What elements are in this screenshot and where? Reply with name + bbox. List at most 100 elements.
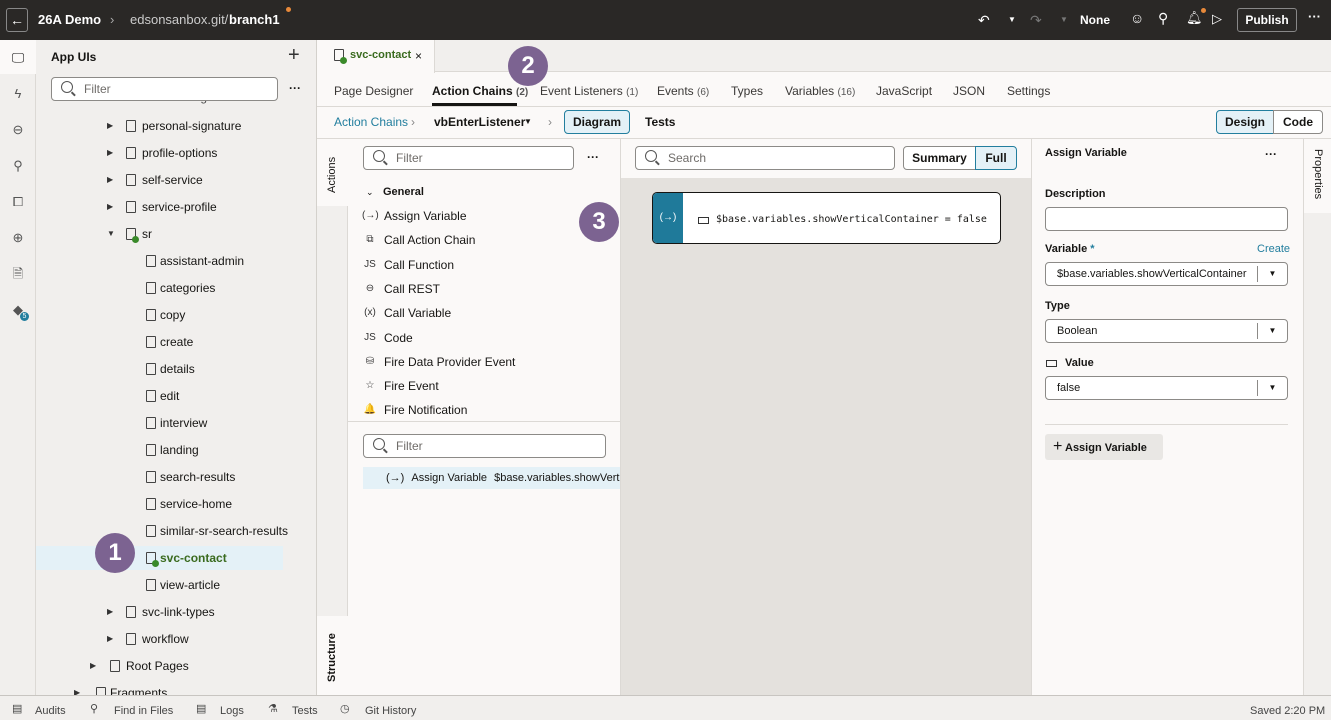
project-name[interactable]: 26A Demo xyxy=(38,12,101,27)
navigator-filter-input[interactable]: Filter xyxy=(51,77,278,101)
actions-vtab[interactable]: Actions xyxy=(317,139,348,206)
back-button[interactable]: ← xyxy=(6,8,28,32)
action-item[interactable]: Call REST xyxy=(384,282,440,296)
caret-down-icon[interactable]: ▼ xyxy=(107,222,115,246)
tab-types[interactable]: Types xyxy=(731,84,763,98)
undo-menu-icon[interactable]: ▼ xyxy=(1008,15,1016,24)
add-assign-variable-button[interactable]: + Assign Variable xyxy=(1045,434,1163,460)
tree-item[interactable]: landing xyxy=(36,438,283,462)
chain-dropdown-icon[interactable]: ▼ xyxy=(524,117,532,126)
app-uis-monitor-icon[interactable]: 🖵︎ xyxy=(10,50,26,66)
actions-group-general[interactable]: General xyxy=(383,186,424,198)
action-item[interactable]: Assign Variable xyxy=(384,209,467,223)
tab-variables[interactable]: Variables (16) xyxy=(785,84,855,98)
tree-item[interactable]: ▶service-profile xyxy=(36,195,283,219)
type-select[interactable]: Boolean▼ xyxy=(1045,319,1288,343)
action-item[interactable]: Fire Event xyxy=(384,379,439,393)
add-icon[interactable]: + xyxy=(288,44,300,67)
actions-more-icon[interactable]: ··· xyxy=(587,150,599,164)
audits-button[interactable]: Audits xyxy=(35,705,66,717)
tab-action-chains[interactable]: Action Chains (2) xyxy=(432,84,528,98)
find-in-files-button[interactable]: Find in Files xyxy=(114,705,173,717)
undo-icon[interactable]: ↶ xyxy=(978,12,990,29)
properties-vtab[interactable]: Properties xyxy=(1304,139,1331,213)
tree-item[interactable]: view-article xyxy=(36,573,283,597)
backends-plug-icon[interactable]: ⚲ xyxy=(10,158,26,174)
structure-filter-input[interactable]: Filter xyxy=(363,434,606,458)
git-history-button[interactable]: Git History xyxy=(365,705,416,717)
tab-page-designer[interactable]: Page Designer xyxy=(334,84,413,98)
services-icon[interactable]: ⊖ xyxy=(10,122,26,138)
action-item[interactable]: Fire Notification xyxy=(384,403,467,417)
action-item[interactable]: Call Variable xyxy=(384,306,451,320)
canvas-search-input[interactable]: Search xyxy=(635,146,895,170)
navigator-more-icon[interactable]: ··· xyxy=(289,81,301,95)
branch-name[interactable]: branch1 xyxy=(229,12,280,27)
tab-javascript[interactable]: JavaScript xyxy=(876,84,932,98)
structure-item-assign-variable[interactable]: (→) Assign Variable $base.variables.show… xyxy=(363,467,620,489)
properties-more-icon[interactable]: ··· xyxy=(1265,147,1277,161)
tree-item[interactable]: ▶Root Pages xyxy=(36,654,283,678)
caret-right-icon[interactable]: ▶ xyxy=(90,654,96,678)
tests-tab[interactable]: Tests xyxy=(645,115,675,129)
tree-item[interactable]: service-home xyxy=(36,492,283,516)
tree-item[interactable]: edit xyxy=(36,384,283,408)
assign-variable-node[interactable]: (→) $base.variables.showVerticalContaine… xyxy=(652,192,1001,244)
value-select[interactable]: false▼ xyxy=(1045,376,1288,400)
publish-button[interactable]: Publish xyxy=(1237,8,1297,32)
tree-item[interactable]: assistant-admin xyxy=(36,249,283,273)
tree-item[interactable]: categories xyxy=(36,276,283,300)
web-apps-globe-icon[interactable]: ⊕ xyxy=(10,230,26,246)
source-file-icon[interactable]: 🗎︎ xyxy=(10,266,26,282)
tree-item[interactable]: ▶Fragments xyxy=(36,681,283,695)
tree-item[interactable]: ▼sr xyxy=(36,222,283,246)
summary-toggle[interactable]: Summary xyxy=(903,146,976,170)
more-menu-icon[interactable]: ··· xyxy=(1308,9,1321,24)
tab-settings[interactable]: Settings xyxy=(1007,84,1050,98)
caret-right-icon[interactable]: ▶ xyxy=(107,168,113,192)
caret-right-icon[interactable]: ▶ xyxy=(107,195,113,219)
tree-item[interactable]: create xyxy=(36,330,283,354)
actions-filter-input[interactable]: Filter xyxy=(363,146,574,170)
breadcrumb-action-chains[interactable]: Action Chains xyxy=(334,115,408,129)
caret-right-icon[interactable]: ▶ xyxy=(107,600,113,624)
structure-vtab[interactable]: Structure xyxy=(317,616,348,696)
close-icon[interactable]: × xyxy=(415,49,422,63)
variable-select[interactable]: $base.variables.showVerticalContainer▼ xyxy=(1045,262,1288,286)
tree-item[interactable]: interview xyxy=(36,411,283,435)
breadcrumb-chain[interactable]: vbEnterListener xyxy=(434,115,525,129)
tree-item[interactable]: copy xyxy=(36,303,283,327)
tree-item[interactable]: ▶personal-signature xyxy=(36,114,283,138)
components-puzzle-icon[interactable]: ⧠ xyxy=(10,194,26,210)
tab-event-listeners[interactable]: Event Listeners (1) xyxy=(540,84,638,98)
feedback-smiley-icon[interactable]: ☺ xyxy=(1130,10,1144,26)
redo-icon[interactable]: ↷ xyxy=(1030,12,1042,29)
description-input[interactable] xyxy=(1045,207,1288,231)
caret-right-icon[interactable]: ▶ xyxy=(107,114,113,138)
redo-menu-icon[interactable]: ▼ xyxy=(1060,15,1068,24)
action-item[interactable]: Code xyxy=(384,331,413,345)
tree-item[interactable]: search-results xyxy=(36,465,283,489)
tree-item[interactable]: similar-sr-search-results xyxy=(36,519,283,543)
tree-item[interactable]: ▶svc-link-types xyxy=(36,600,283,624)
tab-events[interactable]: Events (6) xyxy=(657,84,709,98)
code-toggle[interactable]: Code xyxy=(1273,110,1323,134)
chevron-down-icon[interactable]: ⌄ xyxy=(366,187,374,198)
search-icon[interactable]: ⚲ xyxy=(1158,10,1168,27)
repo-name[interactable]: edsonsanbox.git/ xyxy=(130,12,228,27)
processes-bolt-icon[interactable]: ϟ xyxy=(10,86,26,102)
caret-right-icon[interactable]: ▶ xyxy=(74,681,80,695)
logs-button[interactable]: Logs xyxy=(220,705,244,717)
tree-item[interactable]: svc-contact xyxy=(36,546,283,570)
tests-button[interactable]: Tests xyxy=(292,705,318,717)
action-item[interactable]: Call Function xyxy=(384,258,454,272)
caret-right-icon[interactable]: ▶ xyxy=(107,627,113,651)
run-preview-icon[interactable]: ▷ xyxy=(1212,11,1222,27)
full-toggle[interactable]: Full xyxy=(975,146,1017,170)
file-tab-svc-contact[interactable]: svc-contact × xyxy=(317,40,435,73)
tree-item[interactable]: ▶self-service xyxy=(36,168,283,192)
diagram-tab[interactable]: Diagram xyxy=(564,110,630,134)
mode-selector[interactable]: None xyxy=(1080,13,1110,27)
tree-item[interactable]: details xyxy=(36,357,283,381)
action-item[interactable]: Fire Data Provider Event xyxy=(384,355,515,369)
